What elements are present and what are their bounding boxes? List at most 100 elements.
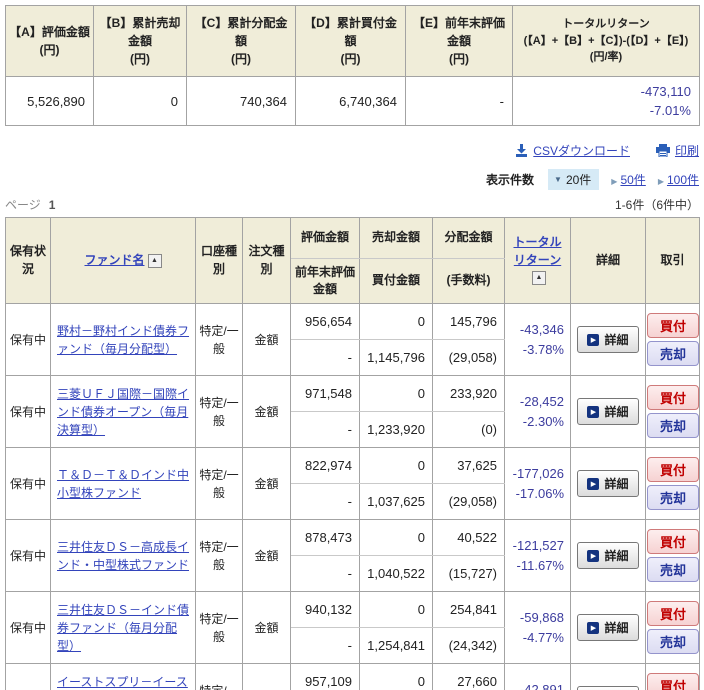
summary-value-row: 5,526,890 0 740,364 6,740,364 - -473,110…: [5, 76, 700, 126]
buy-button[interactable]: 買付: [647, 601, 699, 626]
summary-value-total-return: -473,110 -7.01%: [512, 76, 700, 126]
cell-eval-amount: 957,109: [290, 663, 360, 690]
fund-row: 保有中 三菱ＵＦＪ国際－国際インド債券オープン（毎月決算型） 特定/一般 金額 …: [5, 375, 700, 448]
cell-buy-amount: 1,037,625: [359, 483, 433, 520]
cell-total-return: -42,891-4.17%: [504, 663, 571, 690]
cell-fee: (0): [432, 411, 505, 448]
cell-sell-amount: 0: [359, 375, 433, 412]
detail-button[interactable]: ▶詳細: [577, 398, 639, 425]
detail-button-label: 詳細: [604, 621, 629, 635]
count-100-link[interactable]: 100件: [667, 173, 699, 187]
cell-sell-amount: 0: [359, 519, 433, 556]
return-rate: -2.30%: [522, 413, 564, 429]
header-eval-amount: 評価金額: [290, 217, 360, 259]
cell-fund-name: Ｔ＆Ｄ－Ｔ＆Ｄインド中小型株ファンド: [50, 447, 196, 520]
count-option-50[interactable]: ▶ 50件: [611, 171, 646, 188]
fund-name-sort-link[interactable]: ファンド名: [84, 253, 144, 267]
detail-button[interactable]: ▶詳細: [577, 686, 639, 690]
cell-fund-name: 三菱ＵＦＪ国際－国際インド債券オープン（毎月決算型）: [50, 375, 196, 448]
cell-fund-name: 野村－野村インド債券ファンド（毎月分配型）: [50, 303, 196, 376]
buy-button[interactable]: 買付: [647, 457, 699, 482]
sell-button[interactable]: 売却: [647, 341, 699, 366]
cell-fund-name: 三井住友ＤＳ－インド債券ファンド（毎月分配型）: [50, 591, 196, 664]
cell-account-type: 特定/一般: [195, 519, 243, 592]
header-buy-amount: 買付金額: [359, 258, 433, 304]
sell-button[interactable]: 売却: [647, 485, 699, 510]
header-order-type: 注文種別: [242, 217, 291, 304]
fund-name-link[interactable]: 野村－野村インド債券ファンド（毎月分配型）: [57, 324, 189, 356]
summary-header-b-unit: (円): [130, 52, 150, 66]
cell-total-return: -28,452 -2.30%: [504, 375, 571, 448]
header-detail: 詳細: [570, 217, 646, 304]
cell-account-type: 特定/一般: [195, 375, 243, 448]
cell-eval-amount: 878,473: [290, 519, 360, 556]
detail-button[interactable]: ▶詳細: [577, 326, 639, 353]
fund-name-link[interactable]: Ｔ＆Ｄ－Ｔ＆Ｄインド中小型株ファンド: [57, 468, 189, 500]
summary-header-total-return: トータルリターン (【A】+【B】+【C】)-(【D】+【E】) (円/率): [512, 5, 700, 77]
cell-detail: ▶ 詳細: [570, 303, 646, 376]
summary-header-d-unit: (円): [340, 52, 361, 66]
return-amount: -43,346: [519, 322, 564, 337]
cell-prev-eval-amount: -: [290, 483, 360, 520]
header-fund-name: ファンド名 ▲: [50, 217, 196, 304]
sell-button[interactable]: 売却: [647, 413, 699, 438]
count-20-label: 20件: [565, 172, 592, 187]
buy-button[interactable]: 買付: [647, 313, 699, 338]
sell-button[interactable]: 売却: [647, 629, 699, 654]
fund-name-link[interactable]: 三菱ＵＦＪ国際－国際インド債券オープン（毎月決算型）: [57, 387, 189, 437]
return-amount: -59,868: [519, 610, 564, 625]
fund-name-link[interactable]: 三井住友ＤＳ－インド債券ファンド（毎月分配型）: [57, 603, 189, 653]
cell-dist-amount: 254,841: [432, 591, 505, 628]
link-triangle-icon: ▶: [611, 176, 618, 186]
csv-download-link[interactable]: CSVダウンロード: [515, 142, 630, 159]
sell-button[interactable]: 売却: [647, 557, 699, 582]
cell-sell-amount: 0: [359, 303, 433, 340]
total-return-unit: (円/率): [589, 51, 623, 64]
detail-arrow-icon: ▶: [587, 333, 600, 346]
header-total-return: トータルリターン ▲: [504, 217, 571, 304]
summary-header-e-unit: (円): [449, 52, 469, 66]
print-link[interactable]: 印刷: [655, 142, 699, 159]
cell-dist-amount: 37,625: [432, 447, 505, 484]
buy-button[interactable]: 買付: [647, 529, 699, 554]
detail-arrow-icon: ▶: [587, 405, 600, 418]
buy-button[interactable]: 買付: [647, 385, 699, 410]
detail-button[interactable]: ▶詳細: [577, 614, 639, 641]
cell-total-return: -59,868 -4.77%: [504, 591, 571, 664]
sort-asc-icon[interactable]: ▲: [147, 253, 162, 268]
cell-trade: 買付売却: [645, 519, 700, 592]
toolbar: CSVダウンロード 印刷: [5, 140, 699, 160]
fund-table: 保有状況 ファンド名 ▲ 口座種別 注文種別 評価金額 売却金額 分配金額 トータ…: [5, 217, 700, 690]
total-return-title: トータルリターン: [562, 18, 650, 31]
header-sell-amount: 売却金額: [359, 217, 433, 259]
cell-fee: (29,058): [432, 339, 505, 376]
summary-value-a: 5,526,890: [5, 76, 94, 126]
detail-button[interactable]: ▶詳細: [577, 470, 639, 497]
header-account-type: 口座種別: [195, 217, 243, 304]
fund-name-link[interactable]: 三井住友ＤＳ－高成長インド・中型株式ファンド: [57, 540, 189, 572]
count-50-link[interactable]: 50件: [620, 173, 645, 187]
buy-button[interactable]: 買付: [647, 673, 699, 690]
return-amount: -28,452: [519, 394, 564, 409]
summary-header-d-label: 【D】累計買付金額: [304, 16, 397, 48]
cell-order-type: 金額: [242, 447, 291, 520]
link-triangle-icon: ▶: [657, 176, 664, 186]
cell-holding-status: 保有中: [5, 375, 51, 448]
detail-arrow-icon: ▶: [587, 549, 600, 562]
count-option-20[interactable]: ▼ 20件: [548, 168, 600, 190]
fund-row: 保有中 イーストスプリ－イーストスプリング・インド消費関連ファンド 特定/一般 …: [5, 663, 700, 690]
total-return-sort-link[interactable]: トータルリターン: [513, 235, 561, 266]
cell-detail: ▶ 詳細: [570, 447, 646, 520]
cell-detail: ▶ 詳細: [570, 375, 646, 448]
return-amount: -177,026: [512, 466, 564, 481]
cell-holding-status: 保有中: [5, 591, 51, 664]
page-label: ページ: [5, 198, 41, 212]
cell-order-type: 金額: [242, 591, 291, 664]
count-option-100[interactable]: ▶ 100件: [658, 171, 699, 188]
detail-button[interactable]: ▶詳細: [577, 542, 639, 569]
fund-row: 保有中 三井住友ＤＳ－高成長インド・中型株式ファンド 特定/一般 金額 878,…: [5, 519, 700, 592]
sort-asc-icon[interactable]: ▲: [532, 271, 546, 286]
cell-holding-status: 保有中: [5, 663, 51, 690]
fund-name-link[interactable]: イーストスプリ－イーストスプリング・インド消費関連ファンド: [57, 675, 189, 690]
total-return-amount: -473,110: [640, 83, 691, 99]
